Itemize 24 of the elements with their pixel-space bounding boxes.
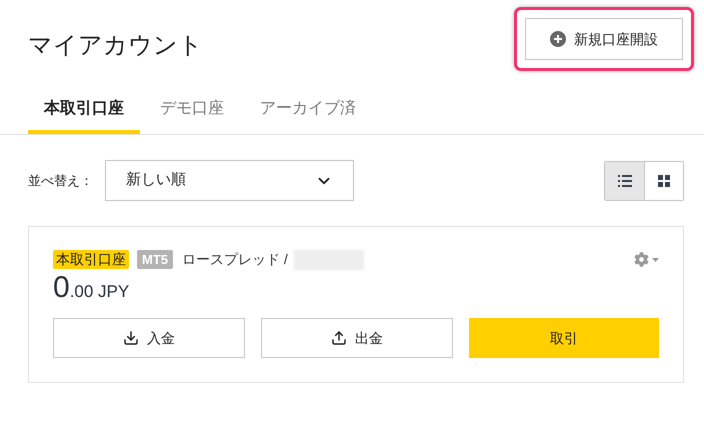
settings-icon [634, 252, 649, 267]
account-tab[interactable]: 本取引口座 [28, 87, 140, 134]
list-view-button[interactable] [605, 162, 644, 200]
list-icon [618, 174, 632, 186]
deposit-button[interactable]: 入金 [53, 318, 245, 358]
account-name: ロースプレッド / [182, 250, 288, 269]
plus-circle-icon [550, 31, 566, 47]
new-account-button[interactable]: 新規口座開設 [525, 18, 683, 60]
balance-integer: 0 [53, 271, 70, 305]
account-tab[interactable]: デモ口座 [144, 87, 240, 134]
grid-view-button[interactable] [644, 162, 683, 200]
caret-icon [652, 258, 659, 262]
platform-badge: MT5 [137, 250, 173, 269]
account-type-badge: 本取引口座 [53, 250, 129, 269]
grid-icon [658, 174, 670, 186]
sort-dropdown[interactable]: 新しい順 [105, 160, 354, 201]
sort-label: 並べ替え： [28, 172, 93, 190]
page-title: マイアカウント [28, 34, 203, 58]
download-icon [123, 330, 139, 346]
upload-icon [331, 330, 347, 346]
balance-decimals: .00 JPY [70, 281, 130, 303]
account-tab[interactable]: アーカイブ済 [244, 87, 372, 134]
trade-button[interactable]: 取引 [469, 318, 659, 358]
withdraw-button[interactable]: 出金 [261, 318, 453, 358]
